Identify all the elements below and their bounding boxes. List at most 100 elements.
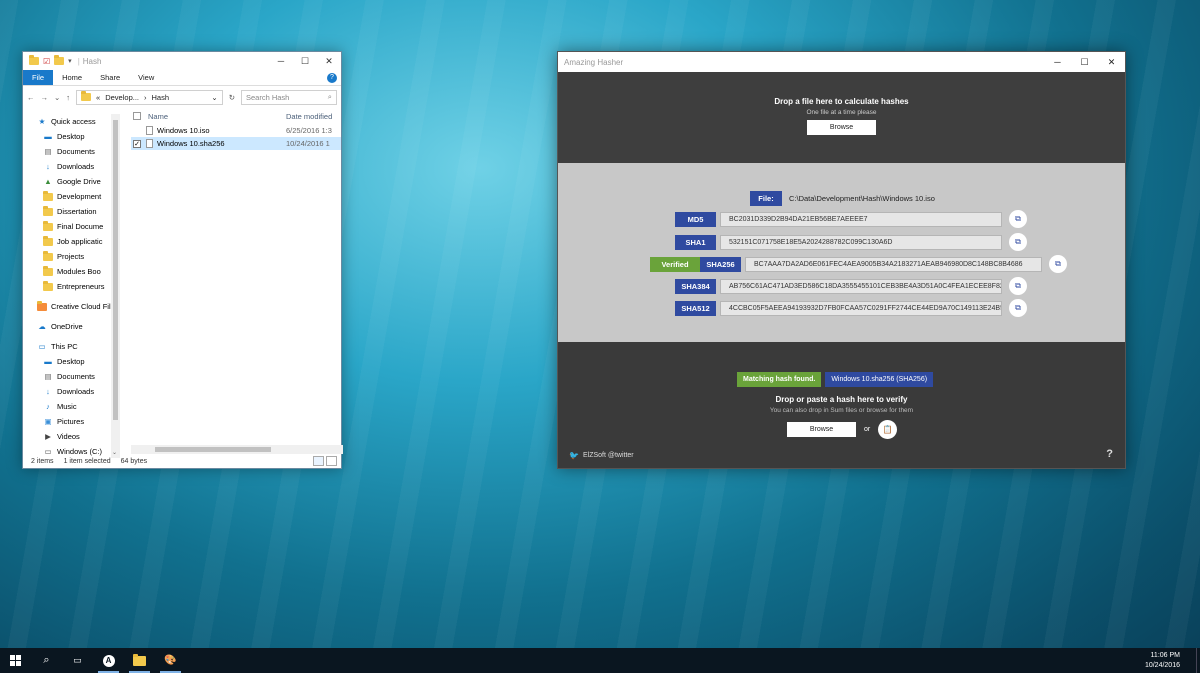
select-all-checkbox[interactable] — [133, 112, 141, 120]
nav-item[interactable]: Job applicatic📌 — [23, 234, 121, 249]
nav-item[interactable]: ↓ Downloads — [23, 384, 121, 399]
address-dropdown-icon[interactable]: ⌄ — [211, 93, 217, 102]
minimize-button[interactable]: ─ — [1044, 52, 1071, 72]
hash-value-field[interactable]: 532151C071758E18E5A2024288782C099C130A6D — [720, 234, 1002, 250]
refresh-icon[interactable]: ↻ — [229, 93, 235, 102]
twitter-link[interactable]: 🐦 ElZSoft @twitter — [569, 451, 634, 460]
browse-file-button[interactable]: Browse — [807, 120, 876, 135]
nav-item[interactable]: Entrepreneurs📌 — [23, 279, 121, 294]
amazing-hasher-window[interactable]: Amazing Hasher ─ ☐ ✕ Drop a file here to… — [557, 51, 1126, 469]
hash-value-field[interactable]: 4CCBC05F5AEEA94193932D7FB0FCAA57C0291FF2… — [720, 300, 1002, 316]
file-drop-zone[interactable]: Drop a file here to calculate hashes One… — [558, 72, 1125, 163]
address-box[interactable]: « Develop... › Hash ⌄ — [76, 89, 223, 105]
nav-item[interactable]: Creative Cloud Fil — [23, 299, 121, 314]
file-row-sha256[interactable]: ✓ Windows 10.sha256 10/24/2016 1 — [131, 137, 341, 150]
column-date-modified[interactable]: Date modified — [286, 112, 332, 121]
task-view-button[interactable]: ▭ — [62, 648, 93, 673]
nav-item[interactable]: ↓Downloads📌 — [23, 159, 121, 174]
taskbar-file-explorer[interactable] — [124, 648, 155, 673]
copy-icon: ⧉ — [1015, 303, 1021, 312]
window-title: Hash — [82, 56, 102, 66]
maximize-button[interactable]: ☐ — [293, 52, 317, 70]
hash-value-field[interactable]: BC2031D339D2B94DA21EB56BE7AEEEE7 — [720, 211, 1002, 227]
back-icon[interactable]: ← — [27, 93, 35, 102]
file-explorer-app-icon — [133, 653, 146, 666]
nav-item[interactable]: Final Docume📌 — [23, 219, 121, 234]
verify-drop-zone[interactable]: Matching hash found. Windows 10.sha256 (… — [558, 342, 1125, 468]
show-desktop-button[interactable] — [1196, 648, 1200, 673]
nav-scrollbar[interactable]: ⌄ — [111, 114, 120, 458]
search-button[interactable]: ⌕ — [31, 648, 62, 673]
browse-sum-file-button[interactable]: Browse — [787, 422, 856, 437]
file-list-hscrollbar[interactable] — [131, 445, 343, 454]
help-button[interactable]: ? — [1106, 448, 1113, 460]
recent-locations-icon[interactable]: ⌄ — [54, 93, 60, 102]
search-icon: ⌕ — [327, 92, 332, 101]
nav-item[interactable]: ▤ Documents — [23, 369, 121, 384]
breadcrumb-overflow[interactable]: « — [96, 93, 100, 102]
creative-cloud-icon — [37, 300, 47, 311]
taskbar-amazing-hasher[interactable]: A — [93, 648, 124, 673]
nav-item[interactable]: ♪ Music — [23, 399, 121, 414]
maximize-button[interactable]: ☐ — [1071, 52, 1098, 72]
nav-item[interactable]: ▣ Pictures — [23, 414, 121, 429]
nav-item[interactable]: ★ Quick access — [23, 114, 121, 129]
copy-button[interactable]: ⧉ — [1009, 299, 1027, 317]
copy-button[interactable]: ⧉ — [1009, 210, 1027, 228]
verify-title: Drop or paste a hash here to verify — [775, 395, 908, 404]
nav-item[interactable]: ▬Desktop📌 — [23, 129, 121, 144]
file-row-iso[interactable]: Windows 10.iso 6/25/2016 1:3 — [131, 124, 341, 137]
details-view-icon[interactable] — [313, 456, 324, 466]
breadcrumb-hash[interactable]: Hash — [152, 93, 170, 102]
tab-share[interactable]: Share — [91, 70, 129, 85]
properties-icon[interactable]: ☑ — [43, 57, 50, 66]
copy-button[interactable]: ⧉ — [1009, 277, 1027, 295]
nav-item-label: Music — [57, 402, 77, 411]
tab-file[interactable]: File — [23, 70, 54, 85]
close-button[interactable]: ✕ — [317, 52, 341, 70]
breadcrumb-separator[interactable]: › — [144, 93, 147, 102]
file-explorer-window[interactable]: ☑ ▾ | Hash ─ ☐ ✕ File Home Share View ? … — [22, 51, 343, 469]
customize-toolbar-icon[interactable]: ▾ — [68, 57, 72, 65]
nav-item[interactable]: Development📌 — [23, 189, 121, 204]
hash-value-field[interactable]: AB756C61AC471AD3ED586C18DA3555455101CEB3… — [720, 278, 1002, 294]
help-icon[interactable]: ? — [327, 72, 337, 83]
nav-item[interactable]: Modules Boo📌 — [23, 264, 121, 279]
star-icon: ★ — [38, 117, 46, 126]
close-button[interactable]: ✕ — [1098, 52, 1125, 72]
breadcrumb-development[interactable]: Develop... — [105, 93, 139, 102]
nav-item[interactable]: ▭ This PC — [23, 339, 121, 354]
up-icon[interactable]: ↑ — [66, 93, 70, 102]
explorer-titlebar[interactable]: ☑ ▾ | Hash ─ ☐ ✕ — [23, 52, 341, 70]
tab-home[interactable]: Home — [53, 70, 91, 85]
row-checkbox[interactable]: ✓ — [133, 139, 141, 148]
hasher-titlebar[interactable]: Amazing Hasher ─ ☐ ✕ — [558, 52, 1125, 72]
hash-value-field[interactable]: BC7AAA7DA2AD6E061FEC4AEA9005B34A2183271A… — [745, 256, 1042, 272]
large-icons-view-icon[interactable] — [326, 456, 337, 466]
search-input[interactable]: Search Hash ⌕ — [241, 89, 337, 105]
start-button[interactable] — [0, 648, 31, 673]
taskbar-app[interactable]: 🎨 — [155, 648, 186, 673]
copy-button[interactable]: ⧉ — [1009, 233, 1027, 251]
nav-item[interactable]: Projects📌 — [23, 249, 121, 264]
system-clock[interactable]: 11:06 PM 10/24/2016 — [1145, 651, 1180, 671]
forward-icon[interactable]: → — [41, 93, 49, 102]
nav-item-label: Videos — [57, 432, 80, 441]
minimize-button[interactable]: ─ — [269, 52, 293, 70]
hash-row-sha1: SHA1 532151C071758E18E5A2024288782C099C13… — [675, 233, 1027, 251]
new-folder-icon[interactable] — [54, 55, 65, 65]
paste-hash-button[interactable]: 📋 — [878, 420, 898, 439]
matched-file-badge: Windows 10.sha256 (SHA256) — [825, 372, 934, 387]
nav-item[interactable]: ▤Documents📌 — [23, 144, 121, 159]
nav-item[interactable]: ▬ Desktop — [23, 354, 121, 369]
nav-item[interactable]: ▶ Videos — [23, 429, 121, 444]
tab-view[interactable]: View — [129, 70, 163, 85]
nav-item-label: Final Docume — [57, 222, 104, 231]
column-name[interactable]: Name — [146, 112, 286, 121]
nav-item[interactable]: Dissertation📌 — [23, 204, 121, 219]
nav-item[interactable]: ▲Google Drive📌 — [23, 174, 121, 189]
nav-item[interactable]: ☁ OneDrive — [23, 319, 121, 334]
row-checkbox[interactable] — [133, 127, 141, 135]
copy-button[interactable]: ⧉ — [1049, 255, 1067, 273]
selection-size: 64 bytes — [120, 457, 148, 465]
